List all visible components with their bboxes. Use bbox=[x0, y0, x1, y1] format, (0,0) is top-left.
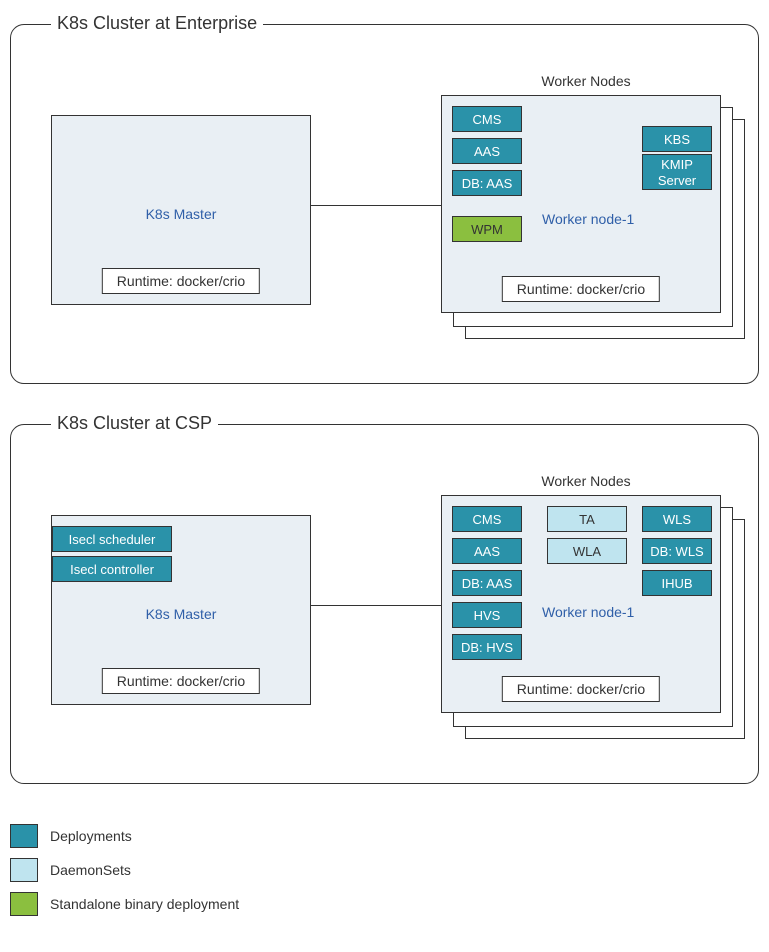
legend-daemonsets: DaemonSets bbox=[10, 858, 759, 882]
csp-worker-title: Worker Nodes bbox=[441, 473, 731, 489]
enterprise-worker-front: CMS AAS DB: AAS WPM KBS KMIP Server Work… bbox=[441, 95, 721, 313]
swatch-deploy bbox=[10, 824, 38, 848]
chip-dbhvs: DB: HVS bbox=[452, 634, 522, 660]
csp-worker-stack: Worker Nodes CMS AAS DB: AAS HVS DB: HVS… bbox=[441, 495, 731, 725]
chip-ta: TA bbox=[547, 506, 627, 532]
chip-kmip: KMIP Server bbox=[642, 154, 712, 190]
enterprise-title: K8s Cluster at Enterprise bbox=[51, 13, 263, 34]
enterprise-worker-node-label: Worker node-1 bbox=[542, 211, 634, 227]
enterprise-master-box: K8s Master Runtime: docker/crio bbox=[51, 115, 311, 305]
chip-cms-csp: CMS bbox=[452, 506, 522, 532]
enterprise-master-runtime: Runtime: docker/crio bbox=[102, 268, 260, 294]
chip-cms: CMS bbox=[452, 106, 522, 132]
chip-isecl-controller: Isecl controller bbox=[52, 556, 172, 582]
legend-daemon-label: DaemonSets bbox=[50, 862, 131, 878]
chip-hvs: HVS bbox=[452, 602, 522, 628]
legend-stand-label: Standalone binary deployment bbox=[50, 896, 239, 912]
csp-worker-node-label: Worker node-1 bbox=[542, 604, 634, 620]
csp-title: K8s Cluster at CSP bbox=[51, 413, 218, 434]
enterprise-master-label: K8s Master bbox=[52, 206, 310, 222]
enterprise-connector bbox=[311, 205, 441, 206]
enterprise-worker-runtime: Runtime: docker/crio bbox=[502, 276, 660, 302]
chip-isecl-scheduler: Isecl scheduler bbox=[52, 526, 172, 552]
enterprise-worker-title: Worker Nodes bbox=[441, 73, 731, 89]
csp-master-runtime: Runtime: docker/crio bbox=[102, 668, 260, 694]
chip-kbs: KBS bbox=[642, 126, 712, 152]
csp-master-label: K8s Master bbox=[52, 606, 310, 622]
csp-cluster-panel: K8s Cluster at CSP Isecl scheduler Isecl… bbox=[10, 424, 759, 784]
legend-deploy-label: Deployments bbox=[50, 828, 132, 844]
chip-dbwls: DB: WLS bbox=[642, 538, 712, 564]
csp-worker-front: CMS AAS DB: AAS HVS DB: HVS TA WLA WLS D… bbox=[441, 495, 721, 713]
enterprise-cluster-panel: K8s Cluster at Enterprise K8s Master Run… bbox=[10, 24, 759, 384]
chip-dbaas: DB: AAS bbox=[452, 170, 522, 196]
csp-connector bbox=[311, 605, 441, 606]
chip-wla: WLA bbox=[547, 538, 627, 564]
chip-dbaas-csp: DB: AAS bbox=[452, 570, 522, 596]
legend-deployments: Deployments bbox=[10, 824, 759, 848]
chip-wls: WLS bbox=[642, 506, 712, 532]
swatch-daemon bbox=[10, 858, 38, 882]
swatch-standalone bbox=[10, 892, 38, 916]
legend: Deployments DaemonSets Standalone binary… bbox=[10, 824, 759, 916]
enterprise-worker-stack: Worker Nodes CMS AAS DB: AAS WPM KBS KMI… bbox=[441, 95, 731, 325]
legend-standalone: Standalone binary deployment bbox=[10, 892, 759, 916]
chip-aas: AAS bbox=[452, 138, 522, 164]
chip-ihub: IHUB bbox=[642, 570, 712, 596]
csp-worker-runtime: Runtime: docker/crio bbox=[502, 676, 660, 702]
chip-aas-csp: AAS bbox=[452, 538, 522, 564]
csp-master-box: Isecl scheduler Isecl controller K8s Mas… bbox=[51, 515, 311, 705]
chip-wpm: WPM bbox=[452, 216, 522, 242]
